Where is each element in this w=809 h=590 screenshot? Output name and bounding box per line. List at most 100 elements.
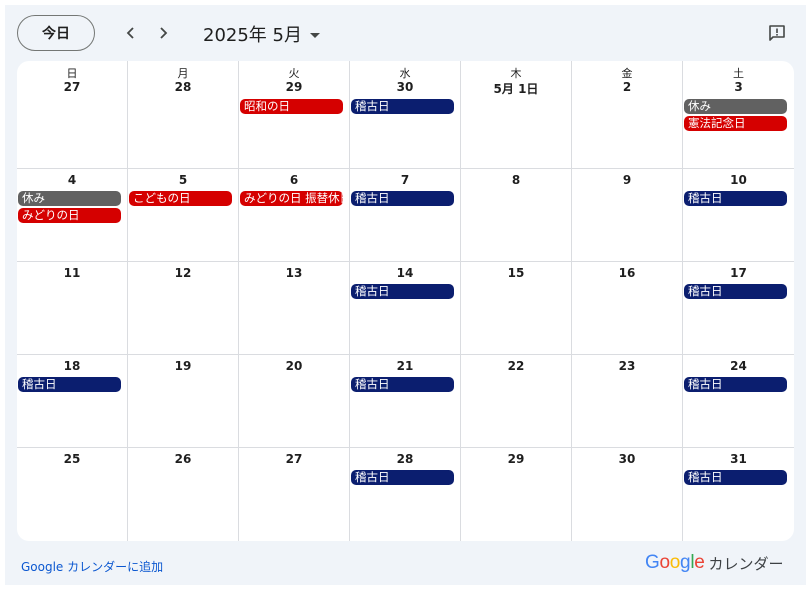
day-cell[interactable]: 19 bbox=[128, 355, 239, 448]
day-cell[interactable]: 18 稽古日 bbox=[17, 355, 128, 448]
day-number: 29 bbox=[285, 80, 303, 94]
day-number: 5月 1日 bbox=[493, 82, 539, 96]
event-chip[interactable]: 昭和の日 bbox=[240, 99, 343, 114]
next-month-button[interactable] bbox=[149, 19, 177, 47]
event-chip[interactable]: 稽古日 bbox=[684, 191, 787, 206]
day-cell[interactable]: 24 稽古日 bbox=[683, 355, 794, 448]
event-chip[interactable]: 稽古日 bbox=[351, 470, 454, 485]
month-grid: 日 27 月 28 火 29 昭和の日水 30 稽古日木 5月 1日金 2 土 3 休み 憲法記念日 4 休みみ… bbox=[17, 61, 794, 541]
add-to-google-calendar-link[interactable]: Google カレンダーに追加 bbox=[21, 558, 163, 575]
day-cell[interactable]: 11 bbox=[17, 262, 128, 355]
day-cell[interactable]: 13 bbox=[239, 262, 350, 355]
day-number: 30 bbox=[618, 452, 636, 466]
event-chip[interactable]: みどりの日 bbox=[18, 208, 121, 223]
day-cell[interactable]: 28 稽古日 bbox=[350, 448, 461, 541]
day-cell[interactable]: 27 bbox=[239, 448, 350, 541]
day-cell[interactable]: 15 bbox=[461, 262, 572, 355]
day-cell[interactable]: 4 休みみどりの日 bbox=[17, 169, 128, 262]
weekday-label: 土 bbox=[733, 67, 744, 80]
day-cell[interactable]: 26 bbox=[128, 448, 239, 541]
day-cell[interactable]: 日 27 bbox=[17, 61, 128, 169]
day-cell[interactable]: 5 こどもの日 bbox=[128, 169, 239, 262]
day-number: 28 bbox=[174, 80, 192, 94]
day-cell[interactable]: 10 稽古日 bbox=[683, 169, 794, 262]
calendar-logo-label: カレンダー bbox=[708, 554, 784, 573]
day-cell[interactable]: 木 5月 1日 bbox=[461, 61, 572, 169]
day-number: 25 bbox=[63, 452, 81, 466]
day-cell[interactable]: 29 bbox=[461, 448, 572, 541]
day-cell[interactable]: 7 稽古日 bbox=[350, 169, 461, 262]
day-cell[interactable]: 31 稽古日 bbox=[683, 448, 794, 541]
day-cell[interactable]: 23 bbox=[572, 355, 683, 448]
event-chip[interactable]: みどりの日 振替休日 bbox=[240, 191, 343, 206]
weekday-label: 火 bbox=[288, 67, 300, 80]
chevron-left-icon bbox=[126, 27, 134, 39]
event-chip[interactable]: 稽古日 bbox=[684, 470, 787, 485]
day-cell[interactable]: 6 みどりの日 振替休日 bbox=[239, 169, 350, 262]
event-chip[interactable]: こどもの日 bbox=[129, 191, 232, 206]
feedback-button[interactable] bbox=[765, 21, 789, 45]
day-number: 2 bbox=[622, 80, 632, 94]
chevron-right-icon bbox=[160, 27, 168, 39]
day-number: 10 bbox=[730, 173, 747, 187]
day-cell[interactable]: 9 bbox=[572, 169, 683, 262]
day-number: 22 bbox=[507, 359, 525, 373]
day-number: 28 bbox=[396, 452, 414, 466]
day-number: 30 bbox=[396, 80, 414, 94]
day-cell[interactable]: 8 bbox=[461, 169, 572, 262]
google-calendar-logo[interactable]: Google カレンダー bbox=[645, 552, 784, 574]
day-cell[interactable]: 土 3 休み 憲法記念日 bbox=[683, 61, 794, 169]
day-number: 14 bbox=[396, 266, 414, 280]
day-number: 26 bbox=[174, 452, 192, 466]
event-chip[interactable]: 稽古日 bbox=[351, 191, 454, 206]
day-number: 17 bbox=[730, 266, 747, 280]
day-cell[interactable]: 25 bbox=[17, 448, 128, 541]
month-selector[interactable]: 2025年 5月 bbox=[203, 21, 320, 47]
day-cell[interactable]: 12 bbox=[128, 262, 239, 355]
calendar-embed: 今日 2025年 5月 日 27 月 28 火 29 昭和の日水 30 稽古日木 5月 1日金 2 土… bbox=[5, 5, 806, 585]
day-number: 21 bbox=[396, 359, 414, 373]
day-cell[interactable]: 月 28 bbox=[128, 61, 239, 169]
day-number: 5 bbox=[178, 173, 188, 187]
event-chip[interactable]: 稽古日 bbox=[351, 284, 454, 299]
day-number: 16 bbox=[618, 266, 636, 280]
day-cell[interactable]: 16 bbox=[572, 262, 683, 355]
day-number: 8 bbox=[511, 173, 521, 187]
google-logo: Google bbox=[645, 552, 705, 573]
day-number: 13 bbox=[285, 266, 303, 280]
weekday-label: 木 bbox=[510, 67, 522, 80]
event-chip[interactable]: 稽古日 bbox=[684, 284, 787, 299]
weekday-label: 日 bbox=[66, 67, 78, 80]
today-button[interactable]: 今日 bbox=[17, 15, 95, 51]
day-number: 18 bbox=[63, 359, 81, 373]
day-cell[interactable]: 金2 bbox=[572, 61, 683, 169]
day-number: 11 bbox=[63, 266, 81, 280]
day-cell[interactable]: 20 bbox=[239, 355, 350, 448]
event-chip[interactable]: 稽古日 bbox=[351, 99, 454, 114]
event-chip[interactable]: 休み bbox=[684, 99, 787, 114]
event-chip[interactable]: 稽古日 bbox=[18, 377, 121, 392]
day-cell[interactable]: 14 稽古日 bbox=[350, 262, 461, 355]
day-cell[interactable]: 水 30 稽古日 bbox=[350, 61, 461, 169]
feedback-icon bbox=[769, 25, 785, 41]
day-number: 9 bbox=[622, 173, 632, 187]
day-cell[interactable]: 22 bbox=[461, 355, 572, 448]
previous-month-button[interactable] bbox=[117, 19, 145, 47]
day-cell[interactable]: 30 bbox=[572, 448, 683, 541]
weekday-label: 月 bbox=[177, 67, 189, 80]
day-number: 4 bbox=[67, 173, 77, 187]
day-number: 24 bbox=[730, 359, 747, 373]
day-number: 23 bbox=[618, 359, 636, 373]
day-number: 29 bbox=[507, 452, 525, 466]
day-cell[interactable]: 17 稽古日 bbox=[683, 262, 794, 355]
event-chip[interactable]: 稽古日 bbox=[351, 377, 454, 392]
day-number: 12 bbox=[174, 266, 192, 280]
day-cell[interactable]: 21 稽古日 bbox=[350, 355, 461, 448]
event-chip[interactable]: 休み bbox=[18, 191, 121, 206]
event-chip[interactable]: 稽古日 bbox=[684, 377, 787, 392]
day-number: 27 bbox=[63, 80, 81, 94]
day-cell[interactable]: 火 29 昭和の日 bbox=[239, 61, 350, 169]
event-chip[interactable]: 憲法記念日 bbox=[684, 116, 787, 131]
day-number: 31 bbox=[730, 452, 747, 466]
day-number: 7 bbox=[400, 173, 410, 187]
